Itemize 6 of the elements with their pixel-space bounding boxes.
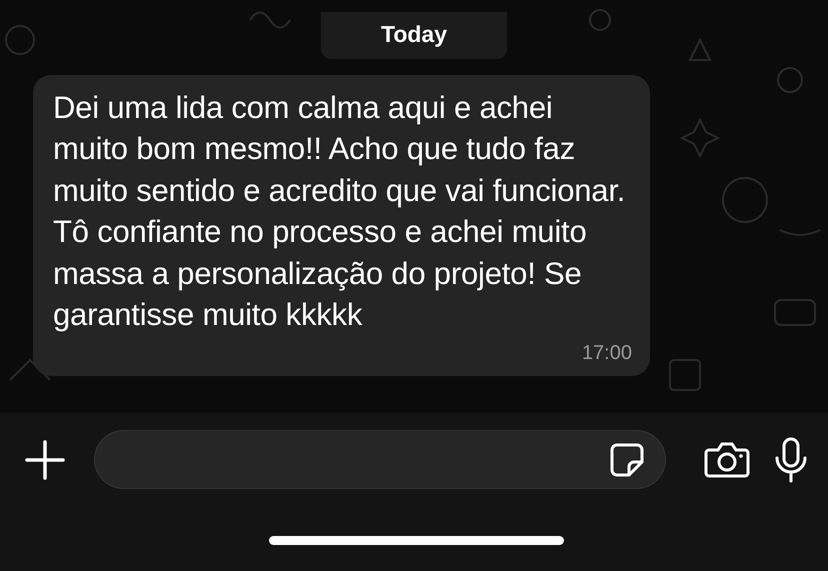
message-text: Dei uma lida com calma aqui e achei muito bom mesmo!! Acho que tudo faz muito sentido e acredito que vai funcionar. Tô confiante no processo e achei muito massa a personalização do projeto! Se garantisse muito kkkkk	[53, 88, 626, 334]
message-time: 17:00	[582, 342, 632, 364]
sticker-icon[interactable]	[609, 442, 645, 478]
microphone-icon[interactable]	[774, 436, 808, 482]
plus-icon[interactable]	[24, 438, 66, 480]
camera-icon[interactable]	[704, 440, 750, 478]
